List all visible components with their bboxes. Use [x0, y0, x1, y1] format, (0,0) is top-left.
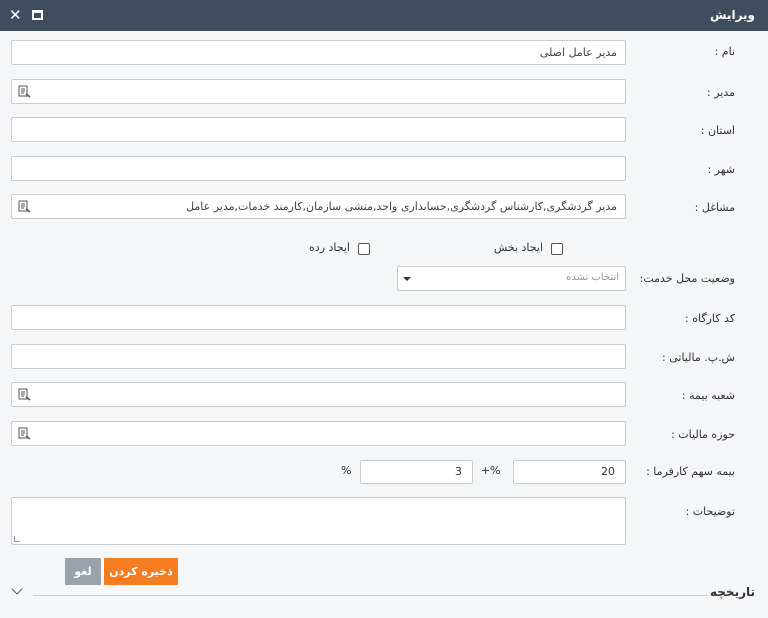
- jobs-field[interactable]: مدیر گردشگری,کارشناس گردشگری,حسابداری وا…: [11, 194, 626, 219]
- cancel-button[interactable]: لغو: [65, 558, 101, 585]
- description-textarea[interactable]: [11, 497, 626, 545]
- insurance-branch-label: شعبه بیمه :: [681, 389, 735, 402]
- description-label: توضیحات :: [685, 505, 735, 518]
- service-status-value: انتخاب نشده: [566, 272, 619, 283]
- manager-label: مدیر :: [707, 86, 735, 99]
- lookup-icon[interactable]: [18, 85, 31, 98]
- employer-share-input[interactable]: 20: [513, 460, 626, 484]
- close-icon[interactable]: ✕: [9, 8, 23, 23]
- window-title: ویرایش: [709, 8, 755, 22]
- employer-share-value: 20: [601, 465, 615, 478]
- save-button[interactable]: ذخیره کردن: [104, 558, 178, 585]
- jobs-value: مدیر گردشگری,کارشناس گردشگری,حسابداری وا…: [186, 200, 617, 213]
- workshop-code-label: کد کارگاه :: [685, 312, 735, 325]
- history-section-title[interactable]: تاریخچه: [710, 585, 755, 599]
- province-field[interactable]: [11, 117, 626, 142]
- create-section-label: ایجاد بخش: [493, 241, 543, 254]
- jobs-label: مشاغل :: [694, 201, 735, 214]
- tax-area-field[interactable]: [11, 421, 626, 446]
- divider: [33, 595, 708, 596]
- name-label: نام :: [714, 45, 735, 58]
- employee-share-value: 3: [455, 465, 462, 478]
- tax-area-label: حوزه مالیات :: [671, 428, 735, 441]
- city-label: شهر :: [707, 163, 735, 176]
- lookup-icon[interactable]: [18, 427, 31, 440]
- maximize-icon[interactable]: [31, 8, 45, 22]
- percent-sign: %: [341, 464, 352, 477]
- create-section-checkbox[interactable]: [551, 243, 563, 255]
- province-label: استان :: [700, 124, 735, 137]
- name-field[interactable]: مدیر عامل اصلی: [11, 40, 626, 65]
- window-titlebar: ✕ ویرایش: [0, 0, 768, 31]
- create-rank-label: ایجاد رده: [309, 241, 350, 254]
- workshop-code-field[interactable]: [11, 305, 626, 330]
- manager-field[interactable]: [11, 79, 626, 104]
- tax-id-label: ش.پ. مالیاتی :: [662, 351, 735, 364]
- create-rank-checkbox[interactable]: [358, 243, 370, 255]
- lookup-icon[interactable]: [18, 388, 31, 401]
- tax-id-field[interactable]: [11, 344, 626, 369]
- lookup-icon[interactable]: [18, 200, 31, 213]
- resize-handle-icon[interactable]: [14, 536, 20, 542]
- name-value: مدیر عامل اصلی: [539, 46, 617, 59]
- city-field[interactable]: [11, 156, 626, 181]
- plus-sign: +: [481, 464, 491, 477]
- insurance-branch-field[interactable]: [11, 382, 626, 407]
- percent-sign: %: [490, 464, 501, 477]
- chevron-down-icon: [403, 277, 411, 281]
- service-status-select[interactable]: انتخاب نشده: [397, 266, 626, 291]
- employee-share-input[interactable]: 3: [360, 460, 473, 484]
